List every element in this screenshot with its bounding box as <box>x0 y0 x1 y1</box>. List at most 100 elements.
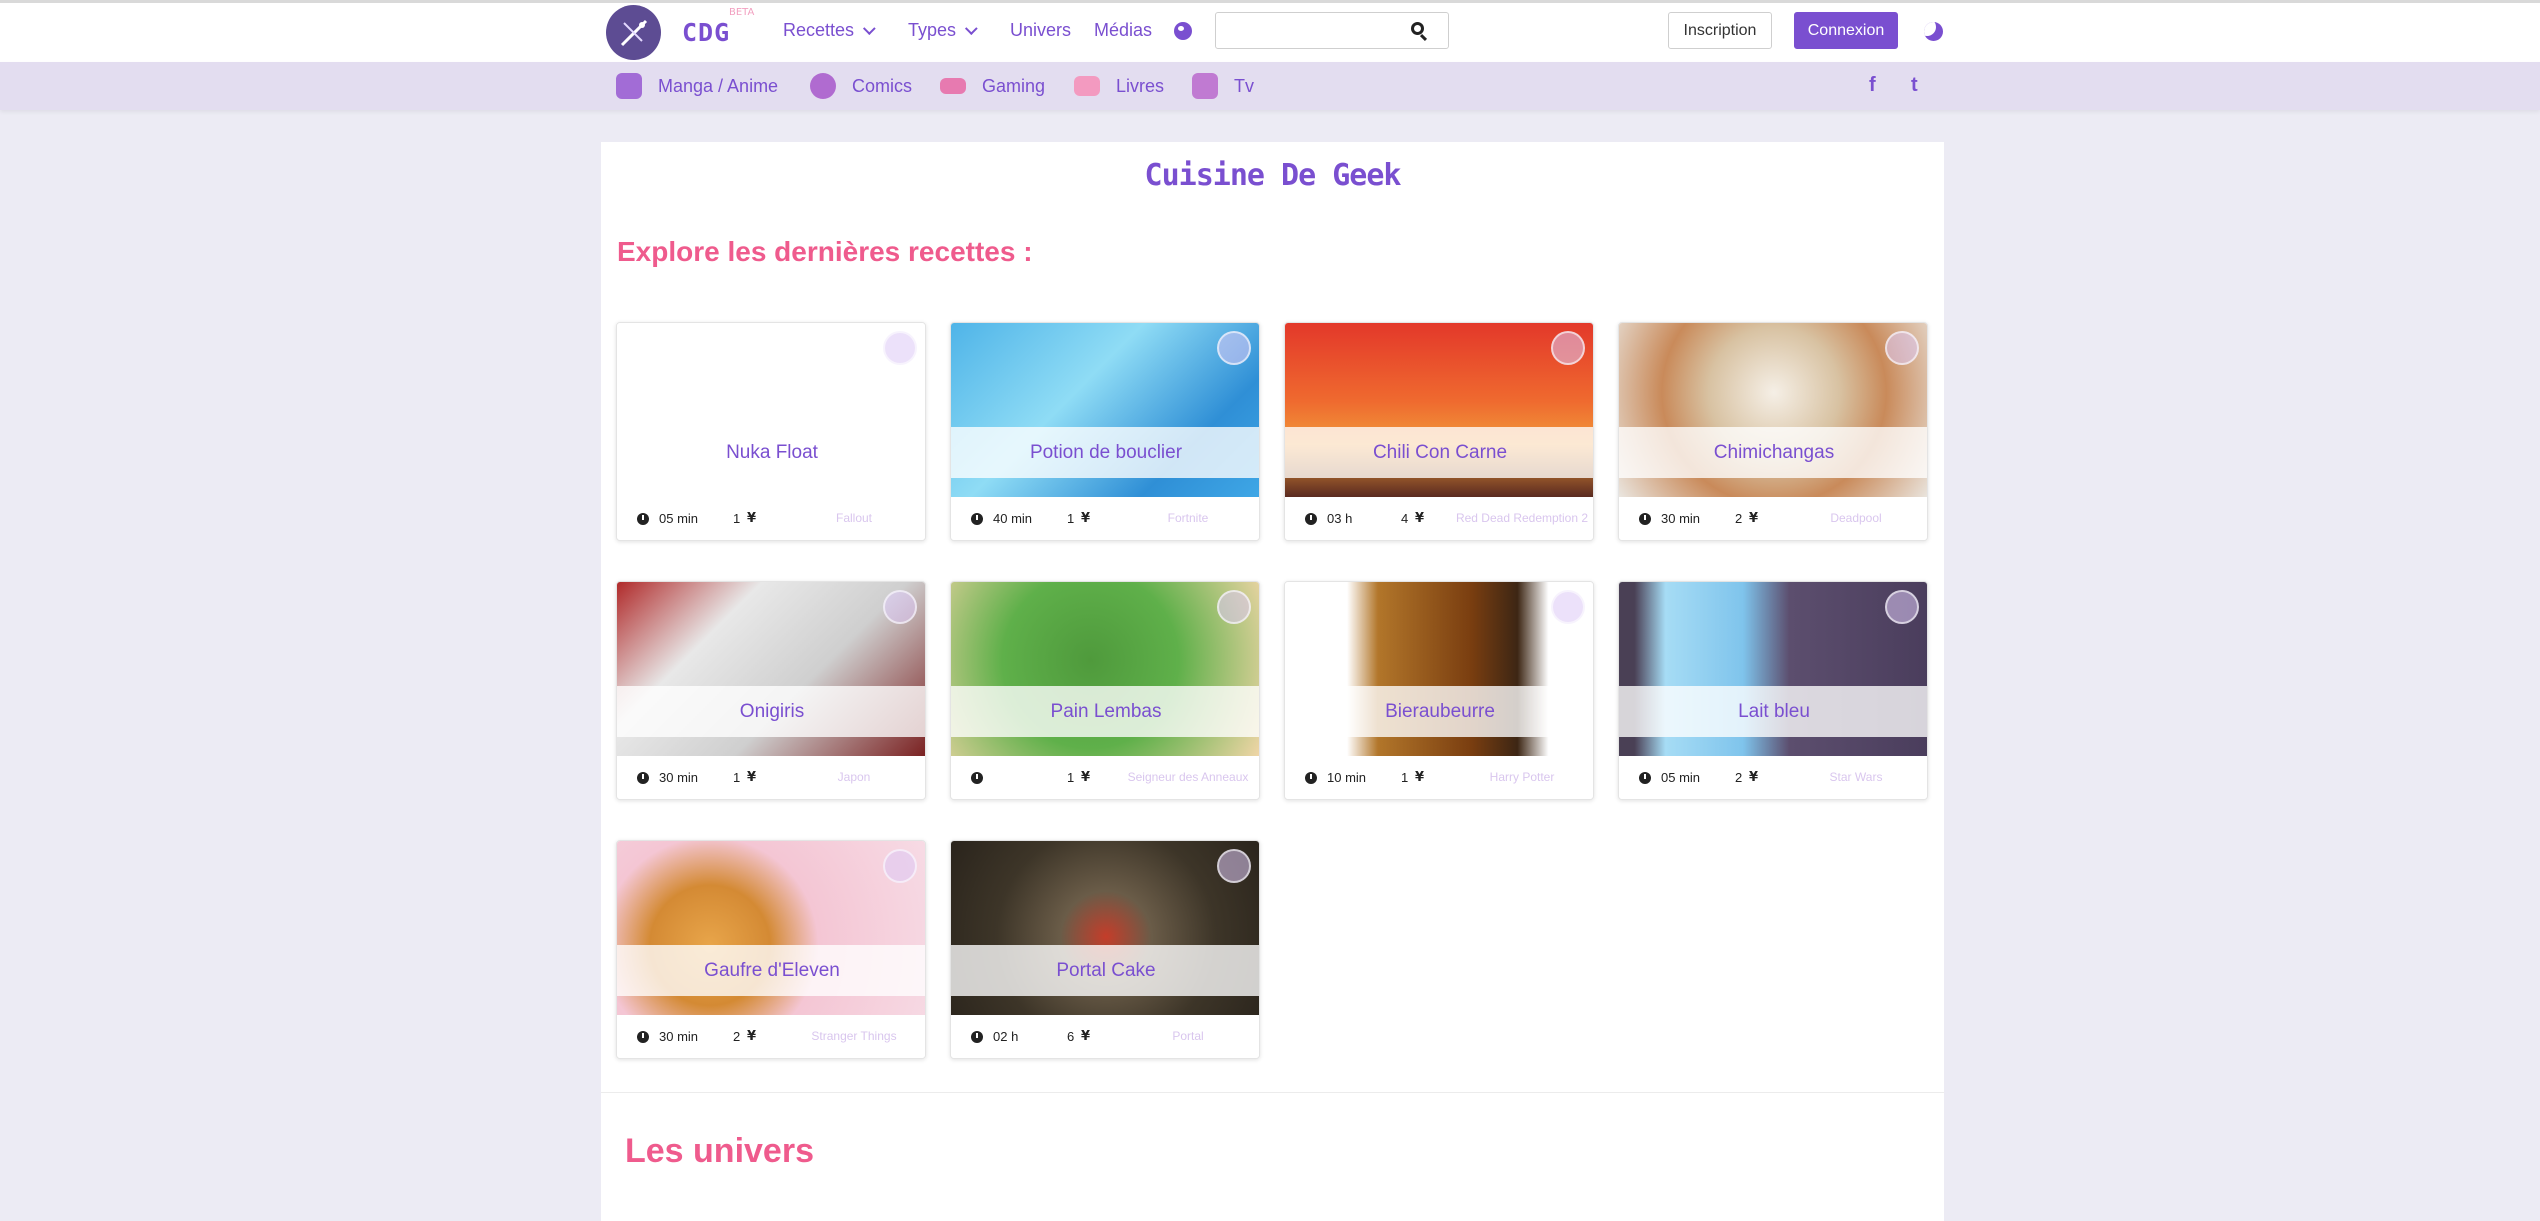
fork-knife-icon: ¥ <box>1081 511 1091 526</box>
recipe-universe: Deadpool <box>1830 511 1882 525</box>
category-badge-icon <box>883 849 917 883</box>
recipe-servings: 2 <box>1735 511 1743 526</box>
category-badge-icon <box>1217 849 1251 883</box>
recipe-card[interactable]: Chili Con Carne 03 h 4 ¥ Red Dead Redemp… <box>1284 322 1594 541</box>
logo-icon[interactable] <box>606 5 661 60</box>
dark-mode-moon-icon[interactable] <box>1924 22 1943 41</box>
recipe-servings: 1 <box>1401 770 1409 785</box>
clock-icon <box>1639 772 1651 784</box>
category-badge-icon <box>1885 590 1919 624</box>
fork-knife-icon: ¥ <box>1415 770 1425 785</box>
recipe-universe: Star Wars <box>1829 770 1883 784</box>
recipe-meta: 1 ¥ Seigneur des Anneaux <box>951 756 1259 799</box>
recipe-servings: 1 <box>733 770 741 785</box>
star-badge-icon <box>810 73 836 99</box>
recipe-meta: 30 min 2 ¥ Deadpool <box>1619 497 1927 540</box>
category-label: Gaming <box>982 75 1046 96</box>
chevron-down-icon <box>964 22 978 36</box>
recipe-title: Chimichangas <box>1619 427 1927 478</box>
nav-types-label: Types <box>908 20 957 40</box>
recipe-meta: 40 min 1 ¥ Fortnite <box>951 497 1259 540</box>
recipe-universe: Harry Potter <box>1489 770 1555 784</box>
clock-icon <box>1639 513 1651 525</box>
recent-recipes-heading: Explore les dernières recettes : <box>617 236 1033 267</box>
nav-types[interactable]: Types <box>908 20 978 41</box>
recipe-servings: 4 <box>1401 511 1409 526</box>
recipe-meta: 05 min 2 ¥ Star Wars <box>1619 756 1927 799</box>
category-badge-icon <box>883 331 917 365</box>
recipe-time: 10 min <box>1327 770 1367 785</box>
recipe-card[interactable]: Portal Cake 02 h 6 ¥ Portal <box>950 840 1260 1059</box>
category-comics[interactable]: Comics <box>810 71 912 101</box>
recipe-meta: 10 min 1 ¥ Harry Potter <box>1285 756 1593 799</box>
category-badge-icon <box>1551 331 1585 365</box>
clock-icon <box>971 1031 983 1043</box>
clock-icon <box>637 1031 649 1043</box>
recipe-meta: 02 h 6 ¥ Portal <box>951 1015 1259 1058</box>
recipe-title: Lait bleu <box>1619 686 1927 737</box>
category-badge-icon <box>1885 331 1919 365</box>
recipe-title: Pain Lembas <box>951 686 1259 737</box>
recipe-card[interactable]: Gaufre d'Eleven 30 min 2 ¥ Stranger Thin… <box>616 840 926 1059</box>
book-icon <box>1074 76 1100 96</box>
category-livres[interactable]: Livres <box>1074 71 1164 101</box>
nav-recettes[interactable]: Recettes <box>783 20 876 41</box>
clock-icon <box>637 772 649 784</box>
fork-knife-icon: ¥ <box>1081 1029 1091 1044</box>
clock-icon <box>637 513 649 525</box>
recipe-meta: 03 h 4 ¥ Red Dead Redemption 2 <box>1285 497 1593 540</box>
recipe-card[interactable]: Potion de bouclier 40 min 1 ¥ Fortnite <box>950 322 1260 541</box>
main-content: Cuisine De Geek Explore les dernières re… <box>601 142 1944 1221</box>
nav-medias[interactable]: Médias <box>1094 20 1152 41</box>
recipe-card[interactable]: Pain Lembas 1 ¥ Seigneur des Anneaux <box>950 581 1260 800</box>
clock-icon <box>971 513 983 525</box>
twitter-icon[interactable]: t <box>1911 74 1918 97</box>
cat-face-icon <box>616 73 642 99</box>
recipe-title: Potion de bouclier <box>951 427 1259 478</box>
recipe-servings: 6 <box>1067 1029 1075 1044</box>
fork-knife-icon: ¥ <box>747 1029 757 1044</box>
clock-icon <box>1305 513 1317 525</box>
category-tv[interactable]: Tv <box>1192 71 1254 101</box>
recipe-card[interactable]: Chimichangas 30 min 2 ¥ Deadpool <box>1618 322 1928 541</box>
fork-knife-icon: ¥ <box>1081 770 1091 785</box>
category-manga-anime[interactable]: Manga / Anime <box>616 71 778 101</box>
recipe-time: 30 min <box>659 770 699 785</box>
fork-knife-icon: ¥ <box>747 770 757 785</box>
beta-badge: BETA <box>729 7 755 18</box>
recipe-time: 40 min <box>993 511 1033 526</box>
nav-recettes-label: Recettes <box>783 20 855 40</box>
chevron-down-icon <box>863 22 876 36</box>
recipe-card[interactable]: Onigiris 30 min 1 ¥ Japon <box>616 581 926 800</box>
recipe-time: 05 min <box>659 511 699 526</box>
fork-knife-icon: ¥ <box>1749 511 1759 526</box>
recipe-universe: Stranger Things <box>811 1029 897 1043</box>
section-divider <box>601 1092 1944 1093</box>
recipe-title: Portal Cake <box>951 945 1259 996</box>
recipe-title: Chili Con Carne <box>1285 427 1593 478</box>
recipe-time: 30 min <box>1661 511 1701 526</box>
brand-name[interactable]: CDG <box>682 18 730 47</box>
category-badge-icon <box>1217 331 1251 365</box>
recipe-servings: 1 <box>1067 511 1075 526</box>
fork-knife-icon: ¥ <box>747 511 757 526</box>
recipe-servings: 1 <box>1067 770 1075 785</box>
signup-button[interactable]: Inscription <box>1668 12 1772 49</box>
recipe-title: Gaufre d'Eleven <box>617 945 925 996</box>
recipe-servings: 2 <box>733 1029 741 1044</box>
recipe-card[interactable]: Nuka Float 05 min 1 ¥ Fallout <box>616 322 926 541</box>
recipe-card[interactable]: Bieraubeurre 10 min 1 ¥ Harry Potter <box>1284 581 1594 800</box>
language-globe-icon[interactable] <box>1174 22 1192 40</box>
nav-univers[interactable]: Univers <box>1010 20 1071 41</box>
recipe-title: Onigiris <box>617 686 925 737</box>
search-box <box>1215 12 1449 49</box>
recipe-meta: 30 min 1 ¥ Japon <box>617 756 925 799</box>
category-gaming[interactable]: Gaming <box>940 71 1045 101</box>
recipe-card[interactable]: Lait bleu 05 min 2 ¥ Star Wars <box>1618 581 1928 800</box>
search-icon[interactable] <box>1411 22 1424 35</box>
recipe-time: 30 min <box>659 1029 699 1044</box>
clock-icon <box>971 772 983 784</box>
search-input[interactable] <box>1222 18 1402 44</box>
login-button[interactable]: Connexion <box>1794 12 1898 49</box>
facebook-icon[interactable]: f <box>1869 74 1876 97</box>
